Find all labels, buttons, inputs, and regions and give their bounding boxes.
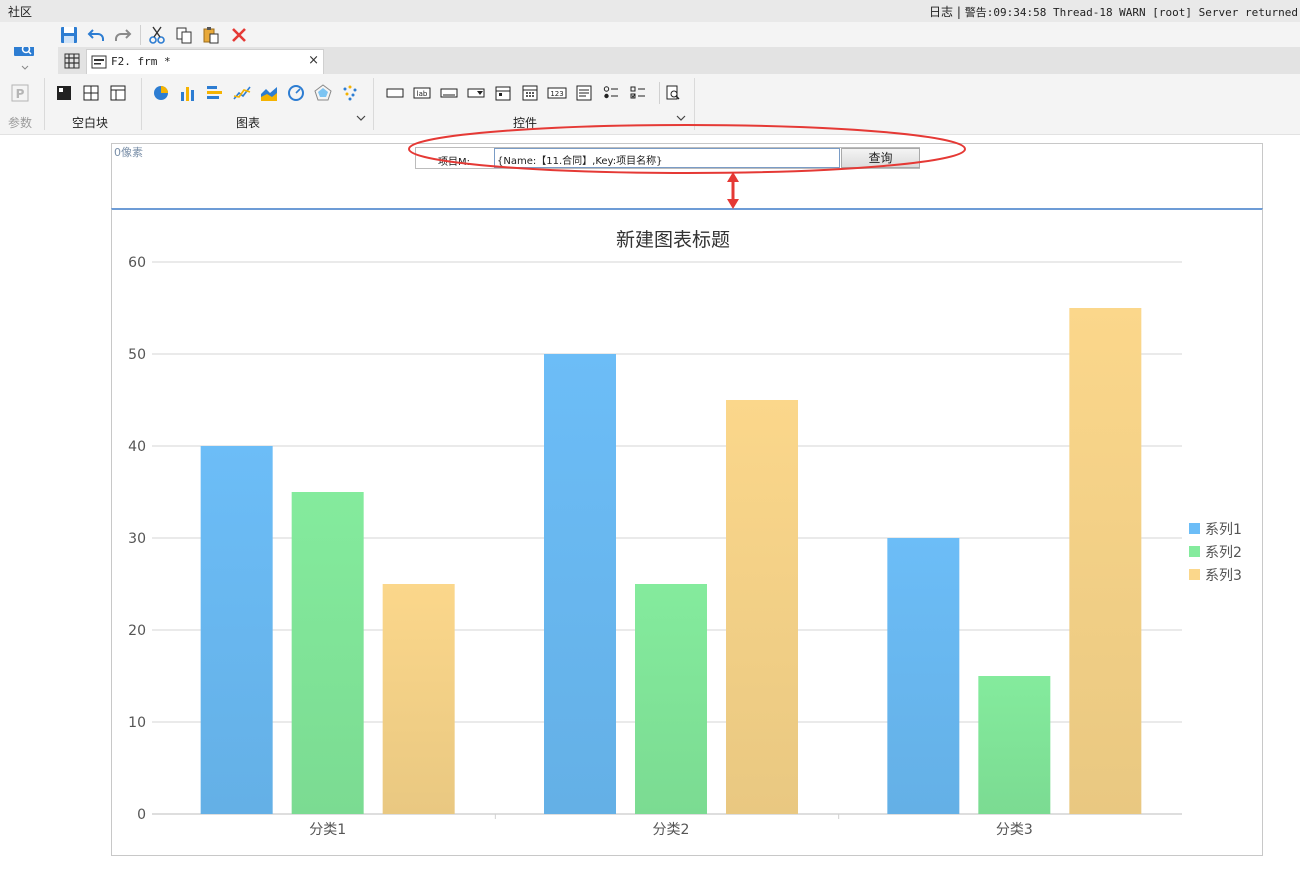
- param-label: 参数: [8, 116, 33, 130]
- copy-icon[interactable]: [173, 24, 195, 46]
- gauge-chart-icon[interactable]: [285, 82, 307, 104]
- x-tick-label: 分类3: [996, 822, 1033, 838]
- controls-label: 控件: [513, 116, 538, 130]
- pixel-label: 0像素: [114, 146, 143, 159]
- parameter-panel[interactable]: 0像素 项目M: {Name:【11.合同】,Key:项目名称} 查询: [111, 143, 1263, 208]
- redo-icon[interactable]: [112, 24, 134, 46]
- warning-message[interactable]: 警告:09:34:58 Thread-18 WARN [root] Server…: [965, 6, 1298, 19]
- controls-divider: [659, 82, 660, 104]
- label-widget-icon[interactable]: lab: [411, 82, 433, 104]
- tab-bar: F2. frm * ×: [58, 47, 1300, 74]
- log-status[interactable]: 日志 | 警告:09:34:58 Thread-18 WARN [root] S…: [929, 3, 1298, 20]
- x-tick-label: 分类2: [653, 822, 690, 838]
- save-icon[interactable]: [58, 24, 80, 46]
- split-layout-icon[interactable]: [80, 82, 102, 104]
- param-group: P 参数: [0, 74, 44, 134]
- template-dropdown-icon[interactable]: [20, 60, 30, 70]
- form-document-icon: [91, 55, 107, 72]
- bar-1-1[interactable]: [200, 446, 273, 814]
- parameter-row: 项目M: {Name:【11.合同】,Key:项目名称} 查询: [415, 147, 920, 169]
- close-icon[interactable]: ×: [308, 53, 319, 68]
- controls-group: lab 123 控件: [374, 74, 694, 134]
- date-widget-icon[interactable]: [492, 82, 514, 104]
- ribbon-divider: [694, 78, 695, 130]
- radar-chart-icon[interactable]: [312, 82, 334, 104]
- pie-chart-icon[interactable]: [150, 82, 172, 104]
- y-tick-label: 10: [128, 715, 146, 731]
- legend-label[interactable]: 系列3: [1205, 568, 1242, 584]
- menu-bar: 社区 日志 | 警告:09:34:58 Thread-18 WARN [root…: [0, 0, 1300, 22]
- area-chart-icon[interactable]: [258, 82, 280, 104]
- y-tick-label: 50: [128, 347, 146, 363]
- label-widget-text: lab: [417, 90, 428, 98]
- horizontal-bar-icon[interactable]: [204, 82, 226, 104]
- number-widget-text: 123: [550, 90, 563, 98]
- bar-2-2[interactable]: [635, 584, 707, 814]
- quick-toolbar: [0, 22, 1300, 47]
- number-widget-icon[interactable]: 123: [546, 82, 568, 104]
- chart-group: 图表: [142, 74, 372, 134]
- y-tick-label: 40: [128, 439, 146, 455]
- checkbox-group-widget-icon[interactable]: [627, 82, 649, 104]
- chart-panel[interactable]: 新建图表标题 0 10 20 30 40 50 60 分类1 分类2 分类3 系列1 系列2 系列3: [111, 208, 1263, 856]
- query-button[interactable]: 查询: [841, 148, 920, 168]
- legend-swatch: [1189, 523, 1200, 534]
- y-tick-label: 60: [128, 255, 146, 271]
- legend-swatch: [1189, 546, 1200, 557]
- tab-label: F2. frm *: [111, 55, 171, 68]
- log-label[interactable]: 日志: [929, 5, 953, 19]
- legend-swatch: [1189, 569, 1200, 580]
- project-param-label: 项目M:: [438, 157, 470, 168]
- textarea-widget-icon[interactable]: [573, 82, 595, 104]
- bar-3-2[interactable]: [726, 400, 798, 814]
- log-separator: |: [956, 5, 961, 19]
- bar-2-1[interactable]: [291, 492, 364, 814]
- bar-1-3[interactable]: [887, 538, 960, 814]
- bar-chart-icon[interactable]: [177, 82, 199, 104]
- toolbar-divider: [140, 25, 141, 45]
- bar-3-1[interactable]: [382, 584, 455, 814]
- y-tick-label: 20: [128, 623, 146, 639]
- ribbon: P 参数 空白块 图表 lab 123 控件: [0, 74, 1300, 135]
- delete-icon[interactable]: [228, 24, 250, 46]
- radio-group-widget-icon[interactable]: [600, 82, 622, 104]
- text-field-widget-icon[interactable]: [438, 82, 460, 104]
- legend-label[interactable]: 系列2: [1205, 545, 1242, 561]
- legend-label[interactable]: 系列1: [1205, 522, 1242, 538]
- button-widget-icon[interactable]: [384, 82, 406, 104]
- undo-icon[interactable]: [85, 24, 107, 46]
- line-chart-icon[interactable]: [231, 82, 253, 104]
- scatter-chart-icon[interactable]: [339, 82, 361, 104]
- calendar-widget-icon[interactable]: [519, 82, 541, 104]
- chart-label: 图表: [236, 116, 261, 130]
- chart-expand-icon[interactable]: [356, 114, 366, 125]
- absolute-layout-icon[interactable]: [53, 82, 75, 104]
- search-widget-icon[interactable]: [662, 82, 684, 104]
- bar-3-3[interactable]: [1069, 308, 1142, 814]
- y-tick-label: 30: [128, 531, 146, 547]
- chart-title: 新建图表标题: [616, 229, 730, 251]
- grid-tab-icon[interactable]: [60, 50, 84, 72]
- combobox-widget-icon[interactable]: [465, 82, 487, 104]
- param-icon[interactable]: P: [9, 82, 31, 104]
- bar-1-2[interactable]: [544, 354, 616, 814]
- tab-layout-icon[interactable]: [107, 82, 129, 104]
- project-param-input[interactable]: {Name:【11.合同】,Key:项目名称}: [494, 148, 840, 168]
- bar-2-3[interactable]: [978, 676, 1051, 814]
- bar-chart: 新建图表标题 0 10 20 30 40 50 60 分类1 分类2 分类3 系列1 系列2 系列3: [128, 229, 1242, 838]
- controls-expand-icon[interactable]: [676, 114, 686, 125]
- tab-f2-frm[interactable]: F2. frm * ×: [86, 49, 324, 74]
- x-tick-label: 分类1: [309, 822, 346, 838]
- community-menu[interactable]: 社区: [8, 3, 32, 20]
- y-tick-label: 0: [137, 807, 146, 823]
- blank-block-label: 空白块: [72, 116, 109, 130]
- paste-icon[interactable]: [200, 24, 222, 46]
- svg-text:P: P: [16, 87, 25, 101]
- blank-block-group: 空白块: [45, 74, 140, 134]
- cut-icon[interactable]: [146, 24, 168, 46]
